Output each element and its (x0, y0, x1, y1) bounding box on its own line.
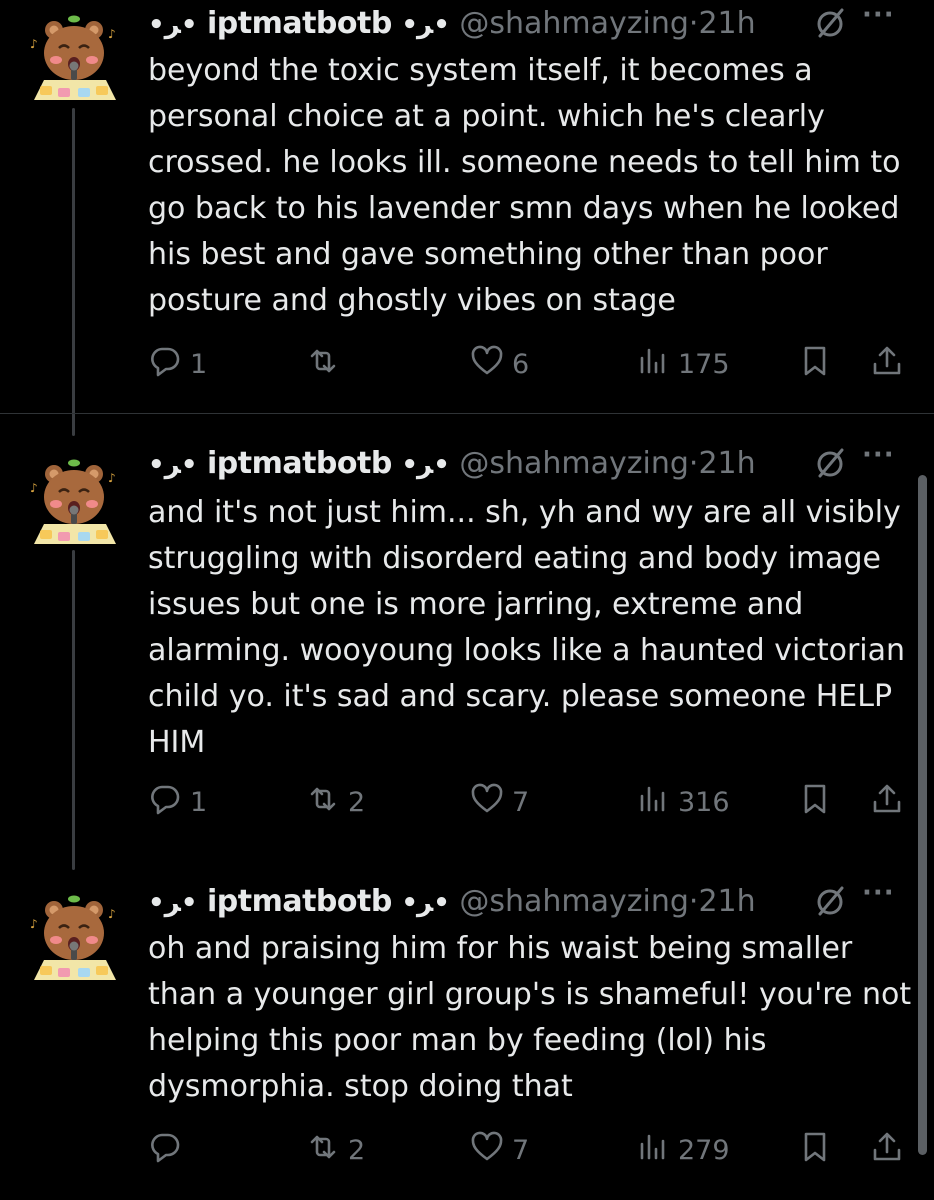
like-button[interactable]: 6 (470, 344, 529, 384)
more-icon[interactable]: ··· (862, 878, 895, 908)
reply-icon (148, 782, 182, 823)
like-icon (470, 344, 504, 385)
tweet-actions: 1 6 175 (148, 344, 918, 384)
bookmark-button[interactable] (798, 782, 832, 822)
like-count: 6 (512, 348, 530, 380)
tweet-text: beyond the toxic system itself, it becom… (148, 53, 901, 318)
share-icon (870, 782, 904, 823)
name-decoration: •ﺮ• (401, 10, 450, 40)
svg-text:♪: ♪ (30, 481, 38, 495)
views-count: 279 (678, 1134, 730, 1166)
like-icon (470, 782, 504, 823)
like-button[interactable]: 7 (470, 782, 529, 822)
avatar[interactable]: ♪ ♪ (24, 888, 124, 988)
tweet[interactable]: ♪ ♪ •ﺮ• iptmatbotb •ﺮ• @shahmayzing·21h … (0, 878, 934, 1178)
svg-text:♪: ♪ (108, 471, 116, 485)
reply-button[interactable] (148, 1130, 190, 1170)
name-decoration: •ﺮ• (148, 888, 198, 918)
repost-button[interactable] (306, 344, 348, 384)
bookmark-icon (798, 1130, 832, 1171)
bear-avatar-icon: ♪ ♪ (30, 459, 116, 544)
tweet[interactable]: ♪ ♪ •ﺮ• iptmatbotb •ﺮ• @shahmayzing·21h … (0, 440, 934, 860)
display-name[interactable]: iptmatbotb (207, 884, 392, 919)
share-button[interactable] (870, 782, 904, 822)
grok-icon[interactable] (812, 446, 848, 482)
tweet[interactable]: ♪ ♪ •ﺮ• iptmatbotb •ﺮ• @shahmayzing·21h … (0, 0, 934, 410)
repost-button[interactable]: 2 (306, 782, 365, 822)
share-icon (870, 1130, 904, 1171)
grok-icon[interactable] (812, 884, 848, 920)
name-decoration: •ﺮ• (148, 10, 198, 40)
timestamp[interactable]: 21h (698, 6, 755, 41)
name-decoration: •ﺮ• (401, 888, 450, 918)
views-icon (636, 1130, 670, 1171)
reply-button[interactable]: 1 (148, 782, 207, 822)
share-icon (870, 344, 904, 385)
svg-text:♪: ♪ (108, 27, 116, 41)
svg-text:♪: ♪ (30, 37, 38, 51)
tweet-text: and it's not just him... sh, yh and wy a… (148, 495, 906, 760)
avatar[interactable]: ♪ ♪ (24, 8, 124, 108)
views-count: 316 (678, 786, 730, 818)
svg-text:♪: ♪ (30, 917, 38, 931)
bookmark-icon (798, 782, 832, 823)
bear-avatar-icon: ♪ ♪ (30, 895, 116, 980)
reply-icon (148, 1130, 182, 1171)
reply-count: 1 (190, 348, 208, 380)
timestamp[interactable]: 21h (698, 884, 755, 919)
like-icon (470, 1130, 504, 1171)
like-count: 7 (512, 786, 530, 818)
tweet-actions: 1 2 7 316 (148, 782, 918, 822)
views-button[interactable]: 316 (636, 782, 730, 822)
name-decoration: •ﺮ• (401, 450, 450, 480)
views-button[interactable]: 279 (636, 1130, 730, 1170)
user-handle[interactable]: @shahmayzing (459, 884, 689, 919)
grok-icon[interactable] (812, 6, 848, 42)
display-name[interactable]: iptmatbotb (207, 446, 392, 481)
reply-icon (148, 344, 182, 385)
bookmark-icon (798, 344, 832, 385)
reply-button[interactable]: 1 (148, 344, 207, 384)
tweet-text: oh and praising him for his waist being … (148, 931, 912, 1104)
share-button[interactable] (870, 1130, 904, 1170)
repost-button[interactable]: 2 (306, 1130, 365, 1170)
like-count: 7 (512, 1134, 530, 1166)
timestamp[interactable]: 21h (698, 446, 755, 481)
more-icon[interactable]: ··· (862, 440, 895, 470)
bookmark-button[interactable] (798, 344, 832, 384)
avatar[interactable]: ♪ ♪ (24, 452, 124, 552)
views-icon (636, 782, 670, 823)
repost-count: 2 (348, 786, 366, 818)
like-button[interactable]: 7 (470, 1130, 529, 1170)
tweet-divider (0, 413, 934, 414)
views-icon (636, 344, 670, 385)
tweet-actions: 2 7 279 (148, 1130, 918, 1170)
views-button[interactable]: 175 (636, 344, 730, 384)
bookmark-button[interactable] (798, 1130, 832, 1170)
more-icon[interactable]: ··· (862, 0, 895, 30)
reply-count: 1 (190, 786, 208, 818)
user-handle[interactable]: @shahmayzing (459, 446, 689, 481)
user-handle[interactable]: @shahmayzing (459, 6, 689, 41)
repost-icon (306, 344, 340, 385)
svg-text:♪: ♪ (108, 907, 116, 921)
name-decoration: •ﺮ• (148, 450, 198, 480)
repost-count: 2 (348, 1134, 366, 1166)
share-button[interactable] (870, 344, 904, 384)
display-name[interactable]: iptmatbotb (207, 6, 392, 41)
bear-avatar-icon: ♪ ♪ (30, 15, 116, 100)
views-count: 175 (678, 348, 730, 380)
repost-icon (306, 1130, 340, 1171)
repost-icon (306, 782, 340, 823)
